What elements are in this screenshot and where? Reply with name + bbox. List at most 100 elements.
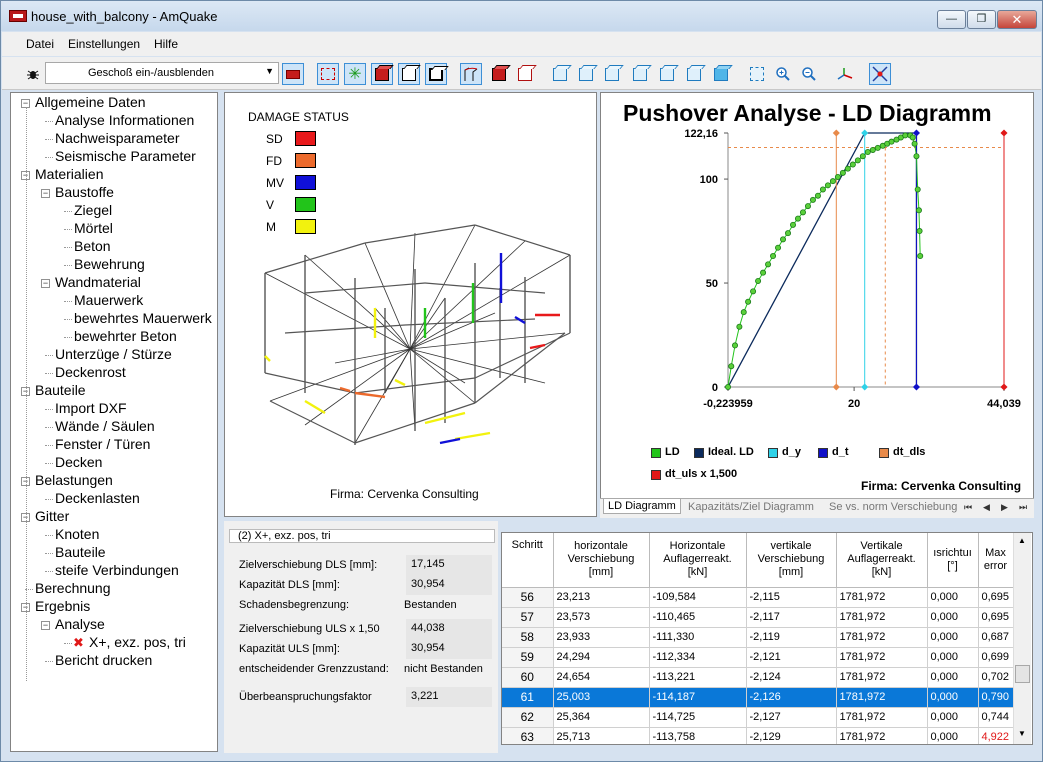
view-iso-icon[interactable]	[710, 63, 732, 85]
tree-item-bauteile[interactable]: Bauteile	[55, 544, 106, 560]
scroll-down-icon[interactable]: ▼	[1018, 729, 1026, 738]
tree-item-bauteile[interactable]: Bauteile	[35, 382, 86, 398]
tree-item-fenster-türen[interactable]: Fenster / Türen	[55, 436, 150, 452]
view-top-icon[interactable]	[656, 63, 678, 85]
tree-item-bewehrter-beton[interactable]: bewehrter Beton	[74, 328, 177, 344]
tree-item-wände-säulen[interactable]: Wände / Säulen	[55, 418, 155, 434]
collapse-icon[interactable]: −	[41, 621, 50, 630]
tree-item-deckenrost[interactable]: Deckenrost	[55, 364, 126, 380]
geschoss-dropdown[interactable]: Geschoß ein-/ausblenden ▼	[45, 62, 279, 84]
floor-plan-icon[interactable]	[282, 63, 304, 85]
table-cell: 0,000	[927, 707, 979, 728]
tree-item-bericht-drucken[interactable]: Bericht drucken	[55, 652, 152, 668]
axes-icon[interactable]	[834, 63, 856, 85]
tree-item-import-dxf[interactable]: Import DXF	[55, 400, 127, 416]
tree-item-analyse[interactable]: Analyse	[55, 616, 105, 632]
table-row[interactable]: 62 25,364 -114,725 -2,127 1781,972 0,000 0,744	[502, 707, 1014, 728]
table-cell: 0,687	[978, 627, 1014, 648]
zoom-out-icon[interactable]	[798, 63, 820, 85]
tree-item-ergebnis[interactable]: Ergebnis	[35, 598, 90, 614]
column-header[interactable]: horizontale Verschiebung [mm]	[553, 533, 650, 588]
collapse-icon[interactable]: −	[41, 279, 50, 288]
table-cell: -113,221	[649, 667, 747, 688]
table-row[interactable]: 57 23,573 -110,465 -2,117 1781,972 0,000 0,695	[502, 607, 1014, 628]
column-header[interactable]: Horizontale Auflagerreakt. [kN]	[649, 533, 747, 588]
close-button[interactable]: ✕	[997, 10, 1037, 29]
table-scrollbar[interactable]: ▲ ▼	[1013, 533, 1031, 744]
load-case-field[interactable]: (2) X+, exz. pos, tri	[229, 529, 495, 543]
wireframe-view-icon[interactable]	[398, 63, 420, 85]
crosshair-icon[interactable]	[869, 63, 891, 85]
tree-item-deckenlasten[interactable]: Deckenlasten	[55, 490, 140, 506]
zoom-fit-icon[interactable]	[746, 63, 768, 85]
table-row[interactable]: 60 24,654 -113,221 -2,124 1781,972 0,000 0,702	[502, 667, 1014, 688]
column-header[interactable]: vertikale Verschiebung [mm]	[746, 533, 837, 588]
node-axis-icon[interactable]: ✳	[344, 63, 366, 85]
solid-view-icon[interactable]	[371, 63, 393, 85]
tree-item-x-exz-pos-tri[interactable]: X+, exz. pos, tri	[89, 634, 186, 650]
building-model-render[interactable]	[225, 93, 597, 493]
table-row[interactable]: 61 25,003 -114,187 -2,126 1781,972 0,000 0,790	[502, 687, 1014, 708]
tree-item-nachweisparameter[interactable]: Nachweisparameter	[55, 130, 180, 146]
view-right-icon[interactable]	[629, 63, 651, 85]
tree-item-belastungen[interactable]: Belastungen	[35, 472, 113, 488]
tab-last-icon[interactable]: ⏭	[1019, 502, 1027, 513]
column-header[interactable]: Max error	[978, 533, 1014, 588]
table-row[interactable]: 59 24,294 -112,334 -2,121 1781,972 0,000 0,699	[502, 647, 1014, 668]
view-bottom-icon[interactable]	[683, 63, 705, 85]
tab-se-vs-norm[interactable]: Se vs. norm Verschiebung	[829, 501, 957, 513]
tree-item-wandmaterial[interactable]: Wandmaterial	[55, 274, 141, 290]
tree-item-knoten[interactable]: Knoten	[55, 526, 99, 542]
collapse-icon[interactable]: −	[41, 189, 50, 198]
tree-item-steife-verbindungen[interactable]: steife Verbindungen	[55, 562, 179, 578]
column-header[interactable]: ısrichtuı [°]	[927, 533, 979, 588]
tree-item-seismische-parameter[interactable]: Seismische Parameter	[55, 148, 196, 164]
tree-item-ziegel[interactable]: Ziegel	[74, 202, 112, 218]
tree-item-berechnung[interactable]: Berechnung	[35, 580, 111, 596]
tree-item-gitter[interactable]: Gitter	[35, 508, 69, 524]
column-header[interactable]: Vertikale Auflagerreakt. [kN]	[836, 533, 928, 588]
tree-item-bewehrung[interactable]: Bewehrung	[74, 256, 145, 272]
ld-chart[interactable]: 0 50 100 122,16 -0,223959 20 44,039	[601, 93, 1034, 453]
view-back-icon[interactable]	[575, 63, 597, 85]
damage-wire-icon[interactable]	[514, 63, 536, 85]
tree-item-bewehrtes-mauerwerk[interactable]: bewehrtes Mauerwerk	[74, 310, 212, 326]
tree-item-mauerwerk[interactable]: Mauerwerk	[74, 292, 143, 308]
scrollbar-thumb[interactable]	[1015, 665, 1030, 683]
model-3d-view[interactable]: DAMAGE STATUS SD FD MV V M Firma: Cervenka C…	[224, 92, 597, 517]
tree-item-decken[interactable]: Decken	[55, 454, 102, 470]
tree-item-mörtel[interactable]: Mörtel	[74, 220, 113, 236]
deformation-icon[interactable]	[460, 63, 482, 85]
table-row[interactable]: 56 23,213 -109,584 -2,115 1781,972 0,000 0,695	[502, 587, 1014, 608]
tab-prev-icon[interactable]: ◀	[983, 502, 990, 513]
column-header[interactable]: Schritt	[502, 533, 554, 588]
damage-cube-icon[interactable]	[488, 63, 510, 85]
section-view-icon[interactable]	[425, 63, 447, 85]
ld-point	[799, 209, 806, 216]
tree-item-baustoffe[interactable]: Baustoffe	[55, 184, 114, 200]
tab-next-icon[interactable]: ▶	[1001, 502, 1008, 513]
menu-einstellungen[interactable]: Einstellungen	[68, 37, 140, 51]
tree-item-analyse-informationen[interactable]: Analyse Informationen	[55, 112, 194, 128]
scroll-up-icon[interactable]: ▲	[1018, 536, 1026, 545]
title-bar[interactable]: house_with_balcony - AmQuake — ❐ ✕	[1, 1, 1042, 31]
view-front-icon[interactable]	[549, 63, 571, 85]
tab-ld-diagramm[interactable]: LD Diagramm	[603, 499, 681, 514]
table-row[interactable]: 63 25,713 -113,758 -2,129 1781,972 0,000 4,922	[502, 727, 1014, 744]
tree-item-allgemeine-daten[interactable]: Allgemeine Daten	[35, 94, 146, 110]
bug-icon[interactable]	[22, 63, 44, 85]
select-area-icon[interactable]	[317, 63, 339, 85]
tree-item-materialien[interactable]: Materialien	[35, 166, 103, 182]
view-left-icon[interactable]	[601, 63, 623, 85]
tree-item-unterzüge-stürze[interactable]: Unterzüge / Stürze	[55, 346, 172, 362]
menu-hilfe[interactable]: Hilfe	[154, 37, 178, 51]
menu-datei[interactable]: Datei	[26, 37, 54, 51]
table-row[interactable]: 58 23,933 -111,330 -2,119 1781,972 0,000 0,687	[502, 627, 1014, 648]
tab-kapazitaet-ziel[interactable]: Kapazitäts/Ziel Diagramm	[688, 501, 814, 513]
maximize-button[interactable]: ❐	[967, 10, 996, 29]
tree-item-beton[interactable]: Beton	[74, 238, 111, 254]
chevron-down-icon[interactable]: ▼	[265, 66, 274, 76]
minimize-button[interactable]: —	[937, 10, 966, 29]
tab-first-icon[interactable]: ⏮	[964, 502, 972, 513]
zoom-in-icon[interactable]	[772, 63, 794, 85]
